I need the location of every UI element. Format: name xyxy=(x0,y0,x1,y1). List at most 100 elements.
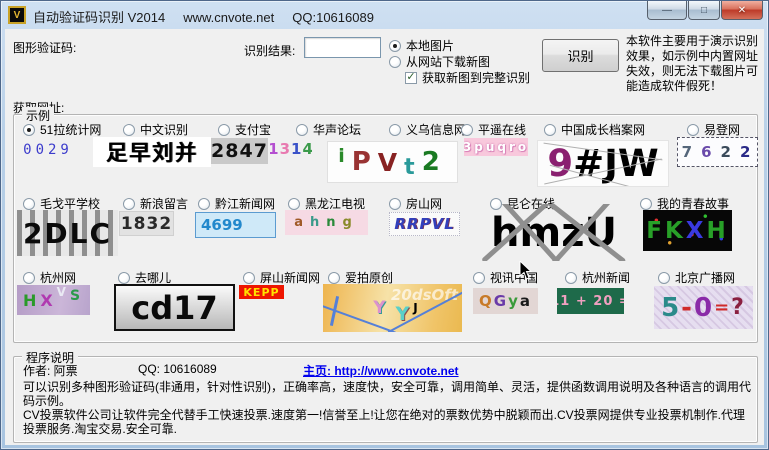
radio-site-51la[interactable]: 51拉统计网 xyxy=(23,121,101,138)
about-paragraph-2: CV投票软件公司让软件完全代替手工快速投票.速度第一!信誉至上!让您在绝对的票数… xyxy=(23,408,753,436)
radio-icon xyxy=(389,40,401,52)
captcha-image-chinese: 足早刘并 xyxy=(93,137,211,167)
radio-icon xyxy=(389,198,401,210)
radio-icon xyxy=(328,272,340,284)
radio-site-chinese-ocr[interactable]: 中文识别 xyxy=(123,121,188,138)
captcha-image-qianjiang: 4699 xyxy=(195,212,276,238)
result-input[interactable] xyxy=(304,37,381,58)
radio-site-fangshan[interactable]: 房山网 xyxy=(389,195,442,212)
recognize-button[interactable]: 识别 xyxy=(542,39,619,72)
captcha-image-shixun: QGya xyxy=(473,288,538,314)
radio-icon xyxy=(658,272,670,284)
maximize-icon: □ xyxy=(701,5,707,16)
site-label: 黔江新闻网 xyxy=(215,195,275,212)
close-icon: ✕ xyxy=(738,5,746,16)
title-url: www.cnvote.net xyxy=(183,10,274,25)
radio-icon xyxy=(243,272,255,284)
radio-icon xyxy=(23,198,35,210)
close-button[interactable]: ✕ xyxy=(721,1,763,20)
captcha-image-pingshan: KEPP xyxy=(239,285,284,299)
app-icon: V xyxy=(8,6,26,24)
captcha-image-bjradio: 5-0=? xyxy=(654,286,753,329)
captcha-image-alipay: 2847 xyxy=(211,138,268,164)
radio-site-pingshan[interactable]: 屏山新闻网 xyxy=(243,269,320,286)
captcha-image-maogeping: 2DLC xyxy=(17,210,118,256)
radio-icon xyxy=(288,198,300,210)
radio-icon xyxy=(23,272,35,284)
radio-site-huasheng[interactable]: 华声论坛 xyxy=(296,121,361,138)
app-window: V 自动验证码识别 V2014 www.cnvote.net QQ:10616089… xyxy=(0,0,769,450)
maximize-button[interactable]: □ xyxy=(688,1,720,20)
radio-download-new[interactable]: 从网站下载新图 xyxy=(389,53,490,70)
radio-local-label: 本地图片 xyxy=(406,37,454,54)
site-label: 51拉统计网 xyxy=(40,121,101,138)
radio-site-pingyao[interactable]: 平遥在线 xyxy=(461,121,526,138)
radio-site-qianjiang[interactable]: 黔江新闻网 xyxy=(198,195,275,212)
radio-site-yideng[interactable]: 易登网 xyxy=(687,121,740,138)
captcha-image-chengzhang: 9#JW xyxy=(537,140,669,187)
radio-icon xyxy=(218,124,230,136)
site-label: 华声论坛 xyxy=(313,121,361,138)
radio-site-alipay[interactable]: 支付宝 xyxy=(218,121,271,138)
title-qq: QQ:10616089 xyxy=(292,10,374,25)
captcha-image-yiwu: iPVt2 xyxy=(327,141,458,183)
site-label: 中文识别 xyxy=(140,121,188,138)
radio-icon xyxy=(123,198,135,210)
site-label: 中国成长档案网 xyxy=(561,121,645,138)
radio-icon xyxy=(23,124,35,136)
radio-site-hznews[interactable]: 杭州新闻 xyxy=(565,269,630,286)
radio-site-yiwu[interactable]: 义乌信息网 xyxy=(389,121,466,138)
captcha-image-qingchun: FKXH xyxy=(643,210,732,251)
radio-site-chengzhang[interactable]: 中国成长档案网 xyxy=(544,121,645,138)
mouse-cursor xyxy=(519,261,533,281)
title-bar[interactable]: V 自动验证码识别 V2014 www.cnvote.net QQ:10616089… xyxy=(1,1,768,29)
captcha-image-51la: 0029 xyxy=(19,141,77,159)
radio-download-label: 从网站下载新图 xyxy=(406,53,490,70)
captcha-image-fangshan: RRPVL xyxy=(389,212,460,236)
radio-site-hangzhou[interactable]: 杭州网 xyxy=(23,269,76,286)
minimize-button[interactable]: — xyxy=(647,1,687,20)
site-label: 房山网 xyxy=(406,195,442,212)
minimize-icon: — xyxy=(662,5,672,16)
homepage-link[interactable]: 主页: http://www.cnvote.net xyxy=(303,362,459,379)
site-label: 北京广播网 xyxy=(675,269,735,286)
radio-icon xyxy=(640,198,652,210)
checkbox-complete-recognize[interactable]: ✓ 获取新图到完整识别 xyxy=(405,69,530,86)
radio-site-sina[interactable]: 新浪留言 xyxy=(123,195,188,212)
result-label: 识别结果: xyxy=(244,42,295,59)
captcha-label: 图形验证码: xyxy=(13,39,76,56)
radio-icon xyxy=(461,124,473,136)
radio-icon xyxy=(118,272,130,284)
about-paragraph-1: 可以识别多种图形验证码(非通用，针对性识别)，正确率高，速度快，安全可靠，调用简… xyxy=(23,380,753,408)
captcha-image-heilongjiang: ahng xyxy=(285,210,368,235)
captcha-image-yideng: 7622 xyxy=(677,137,758,167)
window-controls: — □ ✕ xyxy=(646,1,763,20)
radio-icon xyxy=(123,124,135,136)
radio-icon xyxy=(389,56,401,68)
captcha-image-hangzhou: HXVS xyxy=(17,285,90,315)
radio-icon xyxy=(198,198,210,210)
captcha-image-pingyao: 3puqro xyxy=(464,138,528,156)
site-label: 义乌信息网 xyxy=(406,121,466,138)
site-label: 屏山新闻网 xyxy=(260,269,320,286)
captcha-image-qunar: cd17 xyxy=(114,284,235,331)
captcha-image-kunlun: hmzU xyxy=(479,204,629,261)
captcha-image-hznews: 11 + 20 = xyxy=(557,288,624,314)
site-label: 支付宝 xyxy=(235,121,271,138)
captcha-image-sina: 1832 xyxy=(120,212,173,235)
window-title: 自动验证码识别 V2014 www.cnvote.net QQ:10616089 xyxy=(33,7,392,26)
site-label: 杭州新闻 xyxy=(582,269,630,286)
radio-site-bjradio[interactable]: 北京广播网 xyxy=(658,269,735,286)
radio-icon xyxy=(473,272,485,284)
captcha-image-huasheng: 1314 xyxy=(270,140,312,158)
radio-icon xyxy=(389,124,401,136)
checkbox-label: 获取新图到完整识别 xyxy=(422,69,530,86)
app-title: 自动验证码识别 V2014 xyxy=(33,10,165,25)
radio-local-image[interactable]: 本地图片 xyxy=(389,37,454,54)
site-label: 平遥在线 xyxy=(478,121,526,138)
notice-text: 本软件主要用于演示识别效果，如示例中内置网址失效，则无法下载图片可能造成软件假死… xyxy=(626,34,766,94)
qq-label: QQ: 10616089 xyxy=(138,362,217,376)
site-label: 易登网 xyxy=(704,121,740,138)
radio-icon xyxy=(687,124,699,136)
checkbox-icon: ✓ xyxy=(405,72,417,84)
